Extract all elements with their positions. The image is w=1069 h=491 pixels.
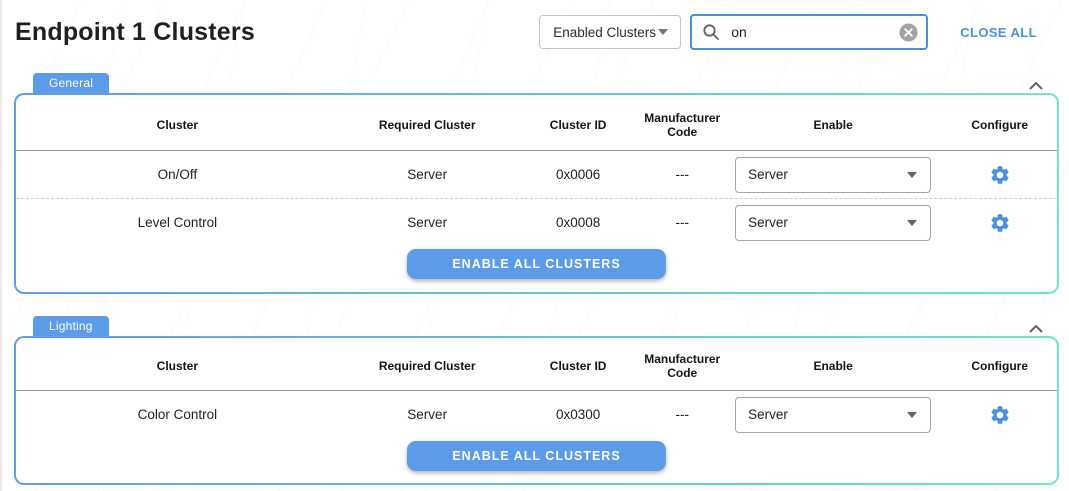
header-cluster: Cluster bbox=[16, 359, 339, 373]
enable-select[interactable]: Server bbox=[735, 205, 931, 241]
header-manufacturer-code: Manufacturer Code bbox=[641, 352, 724, 380]
header-enable: Enable bbox=[724, 118, 943, 132]
cell-required-cluster: Server bbox=[339, 215, 516, 230]
gear-icon bbox=[989, 212, 1011, 234]
clusters-panel: Cluster Required Cluster Cluster ID Manu… bbox=[14, 93, 1059, 294]
clear-icon bbox=[899, 23, 918, 42]
header-enable: Enable bbox=[724, 359, 943, 373]
table-row: Color Control Server 0x0300 --- Server bbox=[16, 391, 1057, 438]
table-header-row: Cluster Required Cluster Cluster ID Manu… bbox=[16, 338, 1057, 391]
search-icon bbox=[702, 23, 720, 41]
table-header-row: Cluster Required Cluster Cluster ID Manu… bbox=[16, 95, 1057, 151]
header-cluster: Cluster bbox=[16, 118, 339, 132]
cell-cluster-id: 0x0300 bbox=[516, 407, 641, 422]
configure-button[interactable] bbox=[989, 212, 1011, 234]
configure-button[interactable] bbox=[989, 164, 1011, 186]
toolbar: Enabled Clusters CLOSE ALL bbox=[539, 14, 1043, 50]
enable-select[interactable]: Server bbox=[735, 157, 931, 193]
clear-search-button[interactable] bbox=[899, 23, 918, 42]
search-input[interactable] bbox=[729, 23, 899, 41]
cell-cluster-id: 0x0008 bbox=[516, 215, 641, 230]
search-box[interactable] bbox=[690, 14, 928, 50]
cell-manufacturer-code: --- bbox=[641, 215, 724, 230]
configure-button[interactable] bbox=[989, 404, 1011, 426]
cell-required-cluster: Server bbox=[339, 167, 516, 182]
table-row: Level Control Server 0x0008 --- Server bbox=[16, 198, 1057, 246]
clusters-panel: Cluster Required Cluster Cluster ID Manu… bbox=[14, 336, 1059, 485]
cell-cluster-id: 0x0006 bbox=[516, 167, 641, 182]
cell-cluster: Level Control bbox=[16, 215, 339, 230]
enable-all-clusters-button[interactable]: ENABLE ALL CLUSTERS bbox=[407, 441, 665, 471]
cell-cluster: On/Off bbox=[16, 167, 339, 182]
collapse-button[interactable] bbox=[1029, 82, 1043, 94]
header-cluster-id: Cluster ID bbox=[516, 118, 641, 132]
enable-value: Server bbox=[748, 215, 788, 230]
enable-value: Server bbox=[748, 407, 788, 422]
caret-down-icon bbox=[907, 412, 917, 418]
filter-value: Enabled Clusters bbox=[553, 25, 656, 40]
gear-icon bbox=[989, 164, 1011, 186]
chevron-up-icon bbox=[1029, 82, 1043, 90]
cell-manufacturer-code: --- bbox=[641, 167, 724, 182]
close-all-button[interactable]: CLOSE ALL bbox=[954, 24, 1043, 41]
header-cluster-id: Cluster ID bbox=[516, 359, 641, 373]
section-tab-row: General bbox=[14, 74, 1059, 94]
header-required-cluster: Required Cluster bbox=[339, 359, 516, 373]
caret-down-icon bbox=[907, 220, 917, 226]
header-required-cluster: Required Cluster bbox=[339, 118, 516, 132]
page-header: Endpoint 1 Clusters Enabled Clusters CLO… bbox=[0, 0, 1069, 64]
caret-down-icon bbox=[907, 172, 917, 178]
enable-value: Server bbox=[748, 167, 788, 182]
header-configure: Configure bbox=[942, 359, 1057, 373]
gear-icon bbox=[989, 404, 1011, 426]
enabled-clusters-filter[interactable]: Enabled Clusters bbox=[539, 15, 681, 49]
header-configure: Configure bbox=[942, 118, 1057, 132]
section-tab: Lighting bbox=[33, 316, 109, 337]
cell-required-cluster: Server bbox=[339, 407, 516, 422]
section-general: General Cluster Required Cluster Cluster… bbox=[14, 74, 1059, 294]
section-tab: General bbox=[33, 73, 109, 94]
caret-down-icon bbox=[658, 29, 668, 35]
enable-all-clusters-button[interactable]: ENABLE ALL CLUSTERS bbox=[407, 249, 665, 279]
section-lighting: Lighting Cluster Required Cluster Cluste… bbox=[14, 317, 1059, 485]
header-manufacturer-code: Manufacturer Code bbox=[641, 111, 724, 139]
table-row: On/Off Server 0x0006 --- Server bbox=[16, 151, 1057, 198]
page-title: Endpoint 1 Clusters bbox=[15, 18, 255, 47]
cell-cluster: Color Control bbox=[16, 407, 339, 422]
enable-select[interactable]: Server bbox=[735, 397, 931, 433]
section-tab-row: Lighting bbox=[14, 317, 1059, 337]
chevron-up-icon bbox=[1029, 325, 1043, 333]
cell-manufacturer-code: --- bbox=[641, 407, 724, 422]
collapse-button[interactable] bbox=[1029, 325, 1043, 337]
